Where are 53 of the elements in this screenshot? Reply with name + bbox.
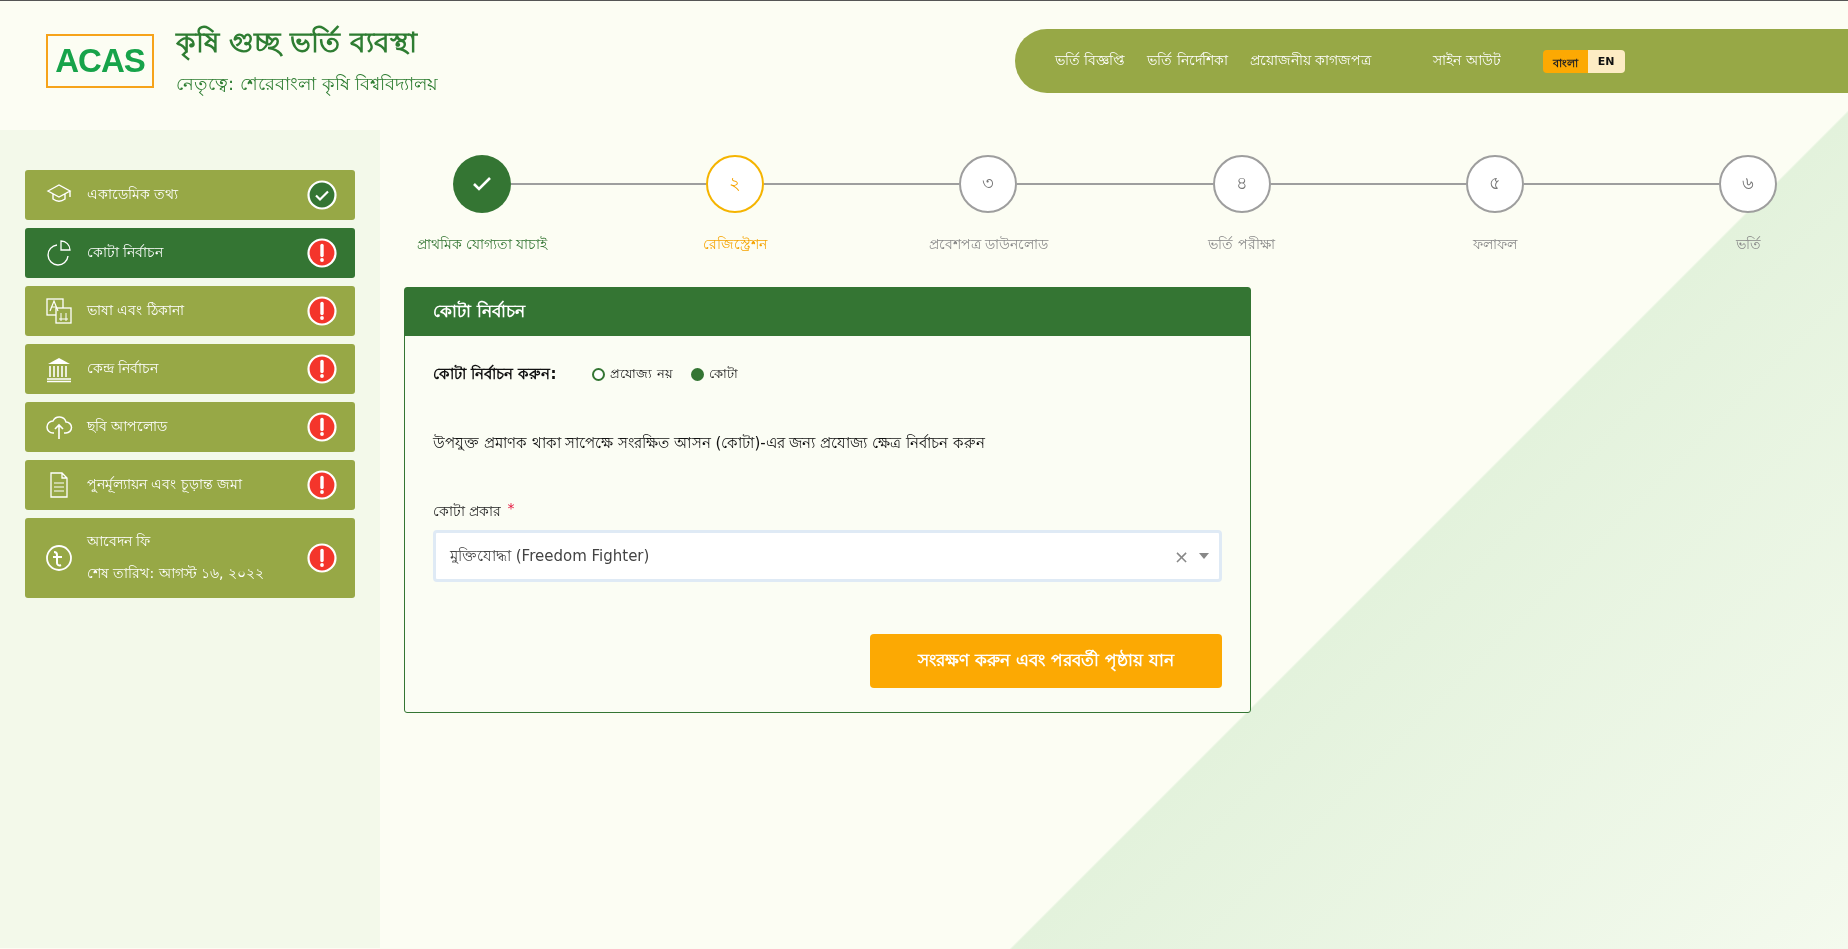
sidebar-label: পুনর্মূল্যায়ন এবং চূড়ান্ত জমা bbox=[87, 475, 244, 495]
sidebar-label: শেষ তারিখ: আগস্ট ১৬, ২০২২ bbox=[87, 564, 265, 583]
cloud-upload-icon bbox=[45, 413, 73, 441]
radio-option[interactable]: কোটা bbox=[690, 364, 738, 385]
translate-icon bbox=[45, 297, 73, 325]
sidebar-item[interactable]: একাডেমিক তথ্য bbox=[25, 170, 355, 220]
building-icon bbox=[45, 355, 73, 383]
nav-link[interactable]: ভর্তি বিজ্ঞপ্তি bbox=[1055, 49, 1126, 73]
step-circle: ২ bbox=[706, 155, 765, 213]
step-label: প্রাথমিক যোগ্যতা যাচাই bbox=[415, 235, 549, 254]
step-label: রেজিস্ট্রেশন bbox=[702, 235, 769, 254]
sidebar-label: কোটা নির্বাচন bbox=[87, 243, 165, 262]
step-circle: ৪ bbox=[1212, 155, 1271, 213]
quota-type-select[interactable]: মুক্তিযোদ্ধা (Freedom Fighter) × bbox=[433, 530, 1222, 582]
site-subtitle: নেতৃত্বে: শেরেবাংলা কৃষি বিশ্ববিদ্যালয় bbox=[176, 72, 439, 98]
sidebar-item[interactable]: আবেদন ফি শেষ তারিখ: আগস্ট ১৬, ২০২২ bbox=[25, 518, 355, 598]
radio-button[interactable] bbox=[690, 368, 704, 381]
save-and-next-button[interactable]: সংরক্ষণ করুন এবং পরবর্তী পৃষ্ঠায় যান bbox=[870, 634, 1222, 688]
nav-link[interactable]: ভর্তি নির্দেশিকা bbox=[1147, 49, 1228, 73]
card-title: কোটা নির্বাচন bbox=[433, 299, 525, 323]
sidebar-item[interactable]: কোটা নির্বাচন bbox=[25, 228, 355, 278]
field-label: কোটা নির্বাচন করুন: bbox=[433, 363, 557, 385]
language-toggle[interactable]: EN bbox=[1587, 49, 1625, 73]
step-circle: ৬ bbox=[1719, 155, 1777, 213]
sidebar-item[interactable]: পুনর্মূল্যায়ন এবং চূড়ান্ত জমা bbox=[25, 460, 355, 510]
sidebar-label: আবেদন ফি bbox=[87, 532, 152, 551]
sidebar-item[interactable]: কেন্দ্র নির্বাচন bbox=[25, 344, 355, 394]
sidebar-item[interactable]: ছবি আপলোড bbox=[25, 402, 355, 452]
step-circle: ৫ bbox=[1465, 155, 1524, 213]
step-label: প্রবেশপত্র ডাউনলোড bbox=[927, 235, 1050, 254]
site-title: কৃষি গুচ্ছ ভর্তি ব্যবস্থা bbox=[176, 24, 419, 63]
required-mark: * bbox=[507, 500, 515, 518]
step-circle: ৩ bbox=[959, 155, 1018, 213]
pie-chart-icon bbox=[45, 239, 73, 267]
step-label: ভর্তি bbox=[1734, 235, 1762, 254]
language-toggle[interactable]: বাংলা bbox=[1542, 49, 1588, 73]
sidebar-label: ভাষা এবং ঠিকানা bbox=[87, 301, 186, 320]
clear-button[interactable]: × bbox=[1173, 545, 1189, 567]
nav-link[interactable]: প্রয়োজনীয় কাগজপত্র bbox=[1249, 49, 1372, 73]
radio-option[interactable]: প্রযোজ্য নয় bbox=[592, 364, 673, 385]
step-label: ফলাফল bbox=[1471, 235, 1519, 254]
sidebar-label: ছবি আপলোড bbox=[87, 417, 169, 436]
sidebar-label: একাডেমিক তথ্য bbox=[87, 185, 180, 204]
taka-icon bbox=[45, 544, 73, 572]
logo: ACAS bbox=[46, 34, 154, 88]
field-label: কোটা প্রকার bbox=[433, 502, 502, 521]
instruction-text: উপযুক্ত প্রমাণক থাকা সাপেক্ষে সংরক্ষিত আসন (কোটা)-এর জন্য প্রযোজ্য ক্ষেত্র নির্বাচন করুন bbox=[433, 433, 986, 454]
sidebar-label: কেন্দ্র নির্বাচন bbox=[87, 359, 160, 378]
radio-button[interactable] bbox=[592, 368, 606, 381]
step-label: ভর্তি পরীক্ষা bbox=[1207, 235, 1277, 254]
sign-out-link[interactable]: সাইন আউট bbox=[1433, 49, 1501, 73]
caret-icon bbox=[1199, 553, 1209, 559]
sidebar-item[interactable]: ভাষা এবং ঠিকানা bbox=[25, 286, 355, 336]
